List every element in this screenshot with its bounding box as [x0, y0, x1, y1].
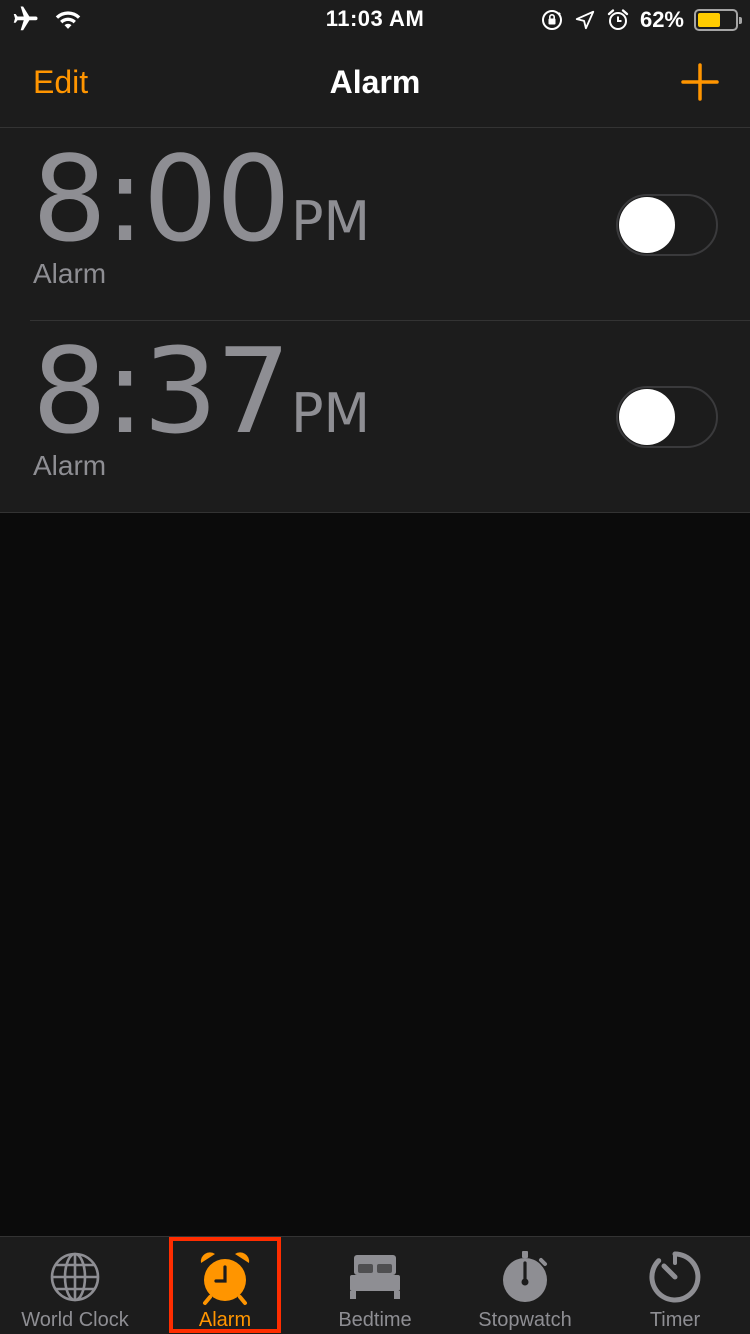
bed-icon: [350, 1255, 400, 1299]
nav-bar: Edit Alarm: [0, 40, 750, 128]
stopwatch-icon: [503, 1251, 547, 1302]
tab-world-clock[interactable]: World Clock: [0, 1237, 150, 1334]
tab-label: Bedtime: [338, 1309, 412, 1331]
alarm-row[interactable]: 8:37PM Alarm: [0, 320, 750, 512]
toggle-knob: [619, 389, 675, 445]
tab-bar: World Clock Alarm Bedtime Stopwatch Time…: [0, 1236, 750, 1334]
tab-label: Stopwatch: [478, 1309, 572, 1331]
alarm-clock-icon: [200, 1252, 250, 1305]
alarm-toggle[interactable]: [616, 386, 718, 448]
alarm-time-ampm: PM: [290, 382, 371, 445]
clock-app-screen: 11:03 AM 62% Edit Alarm 8:00PM Alarm 8:3…: [0, 0, 750, 1334]
alarm-list: 8:00PM Alarm 8:37PM Alarm: [0, 128, 750, 513]
alarm-status-icon: [607, 9, 629, 30]
tab-alarm[interactable]: Alarm: [150, 1237, 300, 1334]
battery-nub: [739, 17, 742, 24]
location-icon: [575, 10, 595, 30]
status-bar: 11:03 AM 62%: [0, 0, 750, 40]
globe-icon: [50, 1252, 100, 1302]
battery-fill: [698, 13, 720, 27]
alarm-toggle[interactable]: [616, 194, 718, 256]
tab-stopwatch[interactable]: Stopwatch: [450, 1237, 600, 1334]
toggle-knob: [619, 197, 675, 253]
status-right: 62%: [540, 4, 742, 36]
battery-percent: 62%: [639, 7, 684, 32]
alarm-label: Alarm: [33, 258, 107, 289]
alarm-time: 8:00PM: [32, 140, 370, 258]
alarm-time-digits: 8:37: [32, 322, 291, 460]
tab-label: World Clock: [21, 1309, 129, 1331]
tab-label: Alarm: [198, 1309, 252, 1331]
battery-icon: [694, 9, 742, 31]
tab-bedtime[interactable]: Bedtime: [300, 1237, 450, 1334]
alarm-time: 8:37PM: [32, 332, 370, 450]
alarm-row[interactable]: 8:00PM Alarm: [0, 128, 750, 320]
alarm-label: Alarm: [33, 450, 107, 481]
tab-label: Timer: [649, 1309, 701, 1331]
plus-icon[interactable]: [680, 62, 720, 102]
timer-icon: [649, 1251, 701, 1303]
tab-timer[interactable]: Timer: [600, 1237, 750, 1334]
alarm-time-digits: 8:00: [32, 130, 291, 268]
orientation-lock-icon: [541, 10, 562, 30]
alarm-time-ampm: PM: [290, 190, 371, 253]
page-title: Alarm: [329, 64, 421, 100]
